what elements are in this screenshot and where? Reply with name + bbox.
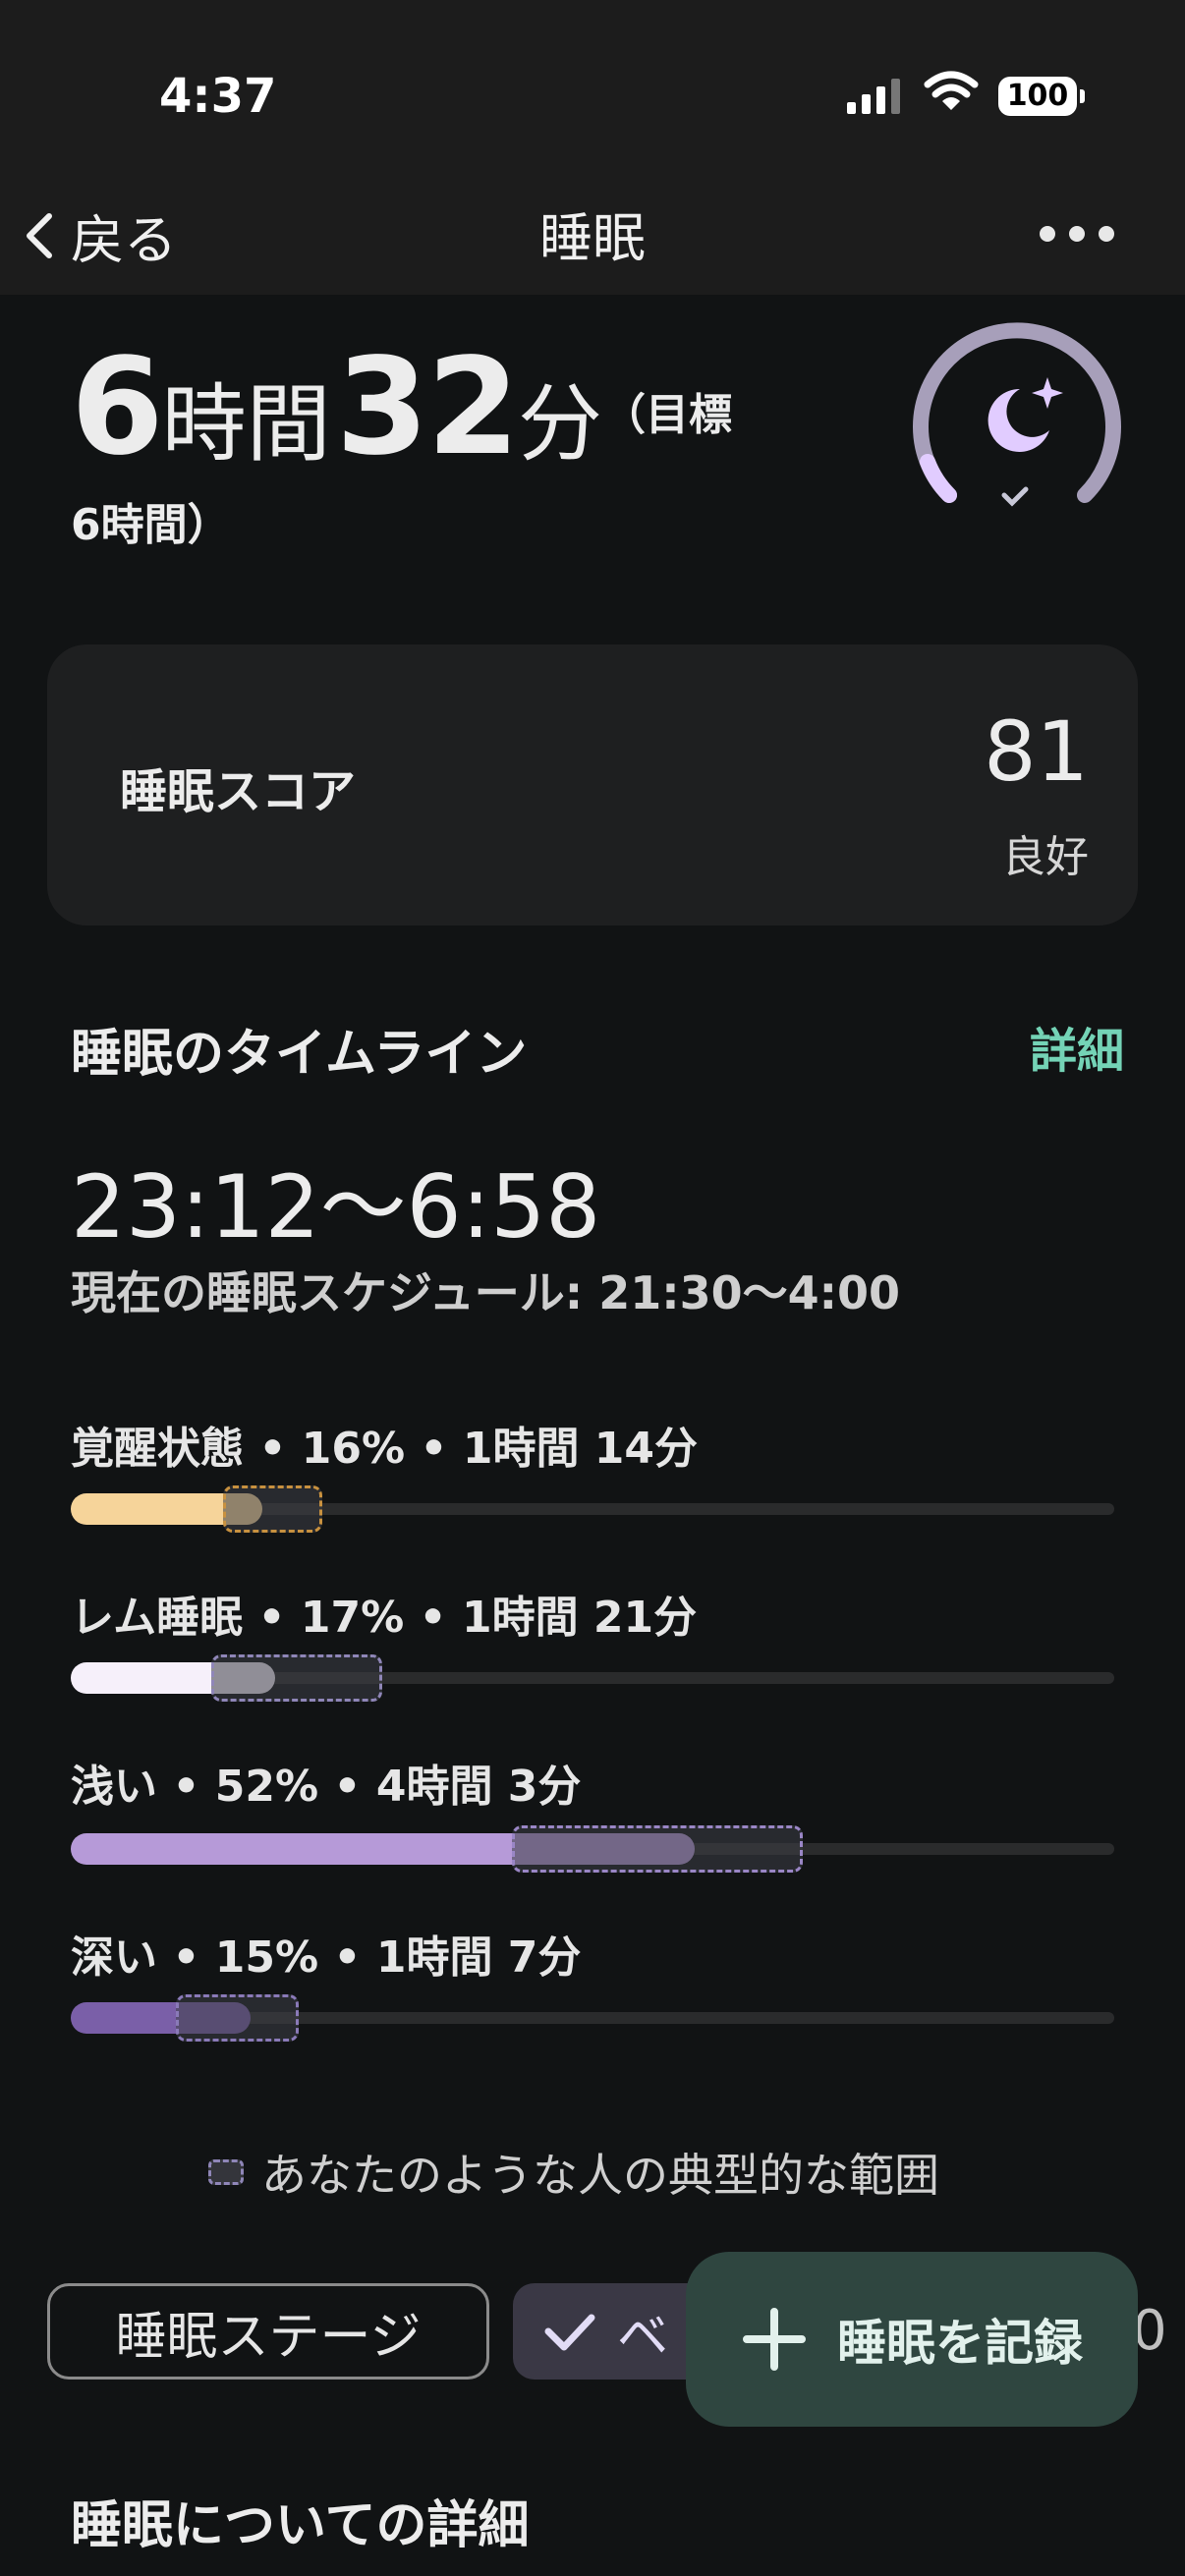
sleep-details-title: 睡眠についての詳細 <box>71 2496 530 2555</box>
more-options-icon[interactable] <box>1040 226 1114 242</box>
stage-bar-light <box>71 1825 1114 1873</box>
duration-hours: 6 <box>71 330 164 485</box>
battery-icon: 100 <box>998 77 1085 116</box>
sleep-schedule: 現在の睡眠スケジュール: 21:30〜4:00 <box>71 1266 901 1319</box>
checkmark-icon <box>1001 486 1029 507</box>
goal-text-end: 6時間） <box>71 500 231 550</box>
sleep-score-label: 睡眠スコア <box>120 764 357 819</box>
sleep-goal-ring <box>913 322 1121 507</box>
typical-range-marker <box>223 1485 322 1533</box>
details-link[interactable]: 詳細 <box>1030 1012 1124 1081</box>
plus-icon <box>743 2308 806 2371</box>
stage-label-rem: レム睡眠 • 17% • 1時間 21分 <box>71 1593 698 1643</box>
typical-range-marker <box>176 1994 299 2042</box>
legend-text: あなたのような人の典型的な範囲 <box>261 2149 939 2202</box>
check-icon <box>544 2314 595 2351</box>
sleep-duration: 6時間 32分（目標 <box>71 330 732 485</box>
typical-range-marker <box>211 1654 382 1702</box>
stage-label-awake: 覚醒状態 • 16% • 1時間 14分 <box>71 1424 698 1474</box>
duration-minutes-unit: 分 <box>518 375 602 474</box>
sleep-score-value: 81 <box>984 703 1089 800</box>
typical-range-swatch <box>208 2159 244 2185</box>
stage-label-deep: 深い • 15% • 1時間 7分 <box>71 1932 582 1983</box>
duration-hours-unit: 時間 <box>161 375 331 474</box>
moon-icon <box>988 377 1063 452</box>
sleep-stages-chip[interactable]: 睡眠ステージ <box>47 2283 489 2380</box>
page-title: 睡眠 <box>539 207 646 269</box>
log-sleep-label: 睡眠を記録 <box>837 2315 1083 2372</box>
timeline-title: 睡眠のタイムライン <box>71 1025 528 1084</box>
stage-label-light: 浅い • 52% • 4時間 3分 <box>71 1762 582 1812</box>
clock: 4:37 <box>159 69 277 124</box>
nav-bar: 戻る 睡眠 <box>0 167 1185 295</box>
stage-bar-rem <box>71 1654 1114 1702</box>
wifi-icon <box>924 71 979 110</box>
goal-text-start: （目標 <box>602 390 732 440</box>
typical-range-legend: あなたのような人の典型的な範囲 <box>208 2140 939 2205</box>
sleep-range: 23:12〜6:58 <box>71 1156 601 1258</box>
cellular-signal-icon <box>847 77 900 114</box>
stage-bar-awake <box>71 1485 1114 1533</box>
selected-filter-chip-label: ベ <box>617 2307 669 2367</box>
typical-range-marker <box>512 1825 803 1873</box>
log-sleep-button[interactable]: 睡眠を記録 <box>686 2252 1138 2427</box>
duration-minutes: 32 <box>335 330 520 485</box>
sleep-score-rating: 良好 <box>1002 832 1089 882</box>
sleep-score-card[interactable]: 睡眠スコア 81 良好 <box>47 644 1138 925</box>
stage-bar-deep <box>71 1994 1114 2042</box>
